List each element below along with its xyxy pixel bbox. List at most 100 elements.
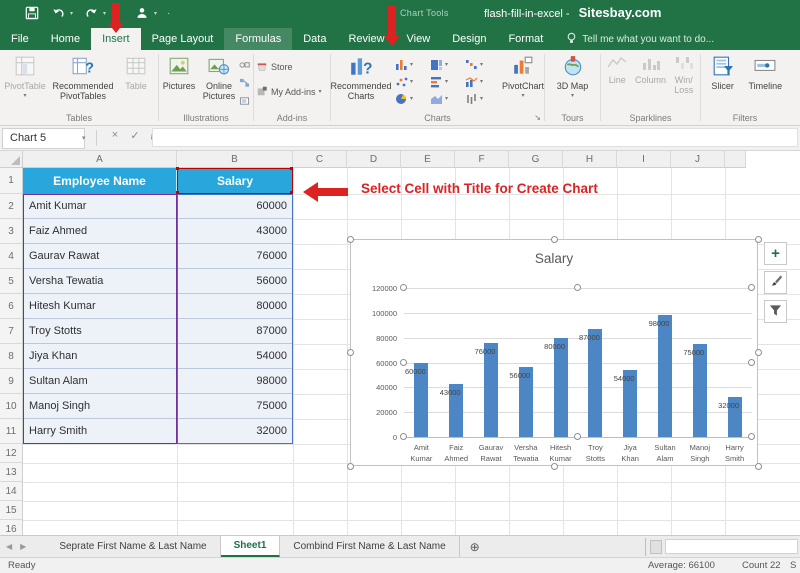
pivottable-button[interactable]: PivotTable▾ xyxy=(0,53,50,113)
employee-name-cell[interactable]: Amit Kumar xyxy=(23,194,177,219)
tab-formulas[interactable]: Formulas xyxy=(224,28,292,50)
qat-dropdown-icon[interactable]: ▾ xyxy=(154,10,157,17)
name-box[interactable]: Chart 5 xyxy=(2,128,85,149)
row-header-6[interactable]: 6 xyxy=(0,294,23,319)
employee-name-cell[interactable]: Manoj Singh xyxy=(23,394,177,419)
column-chart-icon[interactable]: ▾ xyxy=(395,56,430,73)
row-header-4[interactable]: 4 xyxy=(0,244,23,269)
row-header-1[interactable]: 1 xyxy=(0,168,23,194)
row-header-11[interactable]: 11 xyxy=(0,419,23,444)
table-button[interactable]: Table xyxy=(116,53,156,113)
recommended-charts-button[interactable]: ? Recommended Charts xyxy=(331,53,391,113)
chart-selection-handle[interactable] xyxy=(347,463,354,470)
horizontal-scrollbar[interactable] xyxy=(665,539,798,554)
column-header-J[interactable]: J xyxy=(671,151,725,168)
sparkline-winloss-button[interactable]: Win/ Loss xyxy=(669,53,699,113)
tab-page-layout[interactable]: Page Layout xyxy=(141,28,225,50)
salary-cell[interactable]: 87000 xyxy=(177,319,293,344)
timeline-button[interactable]: Timeline xyxy=(744,53,786,113)
row-header-14[interactable]: 14 xyxy=(0,482,23,501)
3d-map-button[interactable]: 3D Map▾ xyxy=(551,53,595,113)
plot-area-handle[interactable] xyxy=(400,359,407,366)
my-addins-button[interactable]: My Add-ins▾ xyxy=(256,84,322,99)
salary-cell[interactable]: 80000 xyxy=(177,294,293,319)
name-box-dropdown-icon[interactable]: ▾ xyxy=(82,134,86,142)
employee-name-cell[interactable]: Versha Tewatia xyxy=(23,269,177,294)
shapes-icon[interactable] xyxy=(239,57,252,72)
row-header-13[interactable]: 13 xyxy=(0,463,23,482)
tab-data[interactable]: Data xyxy=(292,28,337,50)
formula-input[interactable] xyxy=(152,128,798,147)
chart-elements-button[interactable]: + xyxy=(764,242,787,265)
chart-selection-handle[interactable] xyxy=(755,463,762,470)
tab-home[interactable]: Home xyxy=(40,28,91,50)
salary-cell[interactable]: 75000 xyxy=(177,394,293,419)
new-sheet-icon[interactable]: ⊕ xyxy=(460,536,490,557)
sparkline-column-button[interactable]: Column xyxy=(634,53,668,113)
store-button[interactable]: Store xyxy=(256,59,293,74)
salary-cell[interactable]: 56000 xyxy=(177,269,293,294)
enter-icon[interactable]: ✓ xyxy=(126,129,144,142)
hierarchy-chart-icon[interactable]: ▾ xyxy=(430,56,465,73)
column-header-D[interactable]: D xyxy=(347,151,401,168)
area-chart-icon[interactable]: ▾ xyxy=(430,90,465,107)
combo-chart-icon[interactable]: ▾ xyxy=(465,73,500,90)
row-header-7[interactable]: 7 xyxy=(0,319,23,344)
undo-dropdown-icon[interactable]: ▾ xyxy=(70,10,73,17)
redo-dropdown-icon[interactable]: ▾ xyxy=(103,10,106,17)
stock-chart-icon[interactable]: ▾ xyxy=(465,90,500,107)
sheet-tab-sheet1[interactable]: Sheet1 xyxy=(221,536,281,557)
tab-format[interactable]: Format xyxy=(497,28,554,50)
tab-view[interactable]: View xyxy=(396,28,442,50)
employee-name-cell[interactable]: Jiya Khan xyxy=(23,344,177,369)
salary-cell[interactable]: 54000 xyxy=(177,344,293,369)
chart-filters-button[interactable] xyxy=(764,300,787,323)
employee-name-cell[interactable]: Hitesh Kumar xyxy=(23,294,177,319)
cancel-icon[interactable]: × xyxy=(106,129,124,141)
bar[interactable] xyxy=(554,338,568,437)
salary-cell[interactable]: 43000 xyxy=(177,219,293,244)
chart-selection-handle[interactable] xyxy=(755,349,762,356)
pie-chart-icon[interactable]: ▾ xyxy=(395,90,430,107)
save-icon[interactable] xyxy=(24,5,40,21)
chart-selection-handle[interactable] xyxy=(551,236,558,243)
column-header-F[interactable]: F xyxy=(455,151,509,168)
employee-name-cell[interactable]: Gaurav Rawat xyxy=(23,244,177,269)
bar[interactable] xyxy=(588,329,602,437)
chart-plot-area[interactable]: 6000043000760005600080000870005400098000… xyxy=(404,288,752,438)
salary-cell[interactable]: 60000 xyxy=(177,194,293,219)
slicer-button[interactable]: Slicer xyxy=(704,53,742,113)
bar[interactable] xyxy=(484,343,498,437)
employee-name-cell[interactable]: Faiz Ahmed xyxy=(23,219,177,244)
column-header-H[interactable]: H xyxy=(563,151,617,168)
row-header-15[interactable]: 15 xyxy=(0,501,23,520)
salary-chart[interactable]: Salary 600004300076000560008000087000540… xyxy=(350,239,758,466)
row-header-3[interactable]: 3 xyxy=(0,219,23,244)
row-header-5[interactable]: 5 xyxy=(0,269,23,294)
scatter-chart-icon[interactable]: ▾ xyxy=(395,73,430,90)
employee-name-cell[interactable]: Sultan Alam xyxy=(23,369,177,394)
bar[interactable] xyxy=(658,315,672,437)
undo-icon[interactable] xyxy=(50,5,66,21)
plot-area-handle[interactable] xyxy=(400,433,407,440)
salary-cell[interactable]: 76000 xyxy=(177,244,293,269)
pivotchart-button[interactable]: PivotChart▾ xyxy=(502,53,544,113)
salary-cell[interactable]: 32000 xyxy=(177,419,293,444)
next-sheet-icon[interactable]: ▶ xyxy=(20,542,26,551)
tell-me-box[interactable]: Tell me what you want to do... xyxy=(554,28,714,50)
table-header-employee-name[interactable]: Employee Name xyxy=(23,168,177,194)
select-all-corner[interactable] xyxy=(0,151,23,168)
plot-area-handle[interactable] xyxy=(748,284,755,291)
screenshot-icon[interactable] xyxy=(239,93,252,108)
chart-selection-handle[interactable] xyxy=(551,463,558,470)
table-header-salary[interactable]: Salary xyxy=(177,168,293,194)
column-header-E[interactable]: E xyxy=(401,151,455,168)
bar-chart-icon[interactable]: ▾ xyxy=(430,73,465,90)
chart-styles-button[interactable] xyxy=(764,271,787,294)
tab-design[interactable]: Design xyxy=(441,28,497,50)
tab-file[interactable]: File xyxy=(0,28,40,50)
employee-name-cell[interactable]: Troy Stotts xyxy=(23,319,177,344)
row-header-8[interactable]: 8 xyxy=(0,344,23,369)
sheet-tab-combind-first-name-last-name[interactable]: Combind First Name & Last Name xyxy=(280,536,459,557)
worksheet-grid[interactable]: Salary 600004300076000560008000087000540… xyxy=(0,151,800,535)
